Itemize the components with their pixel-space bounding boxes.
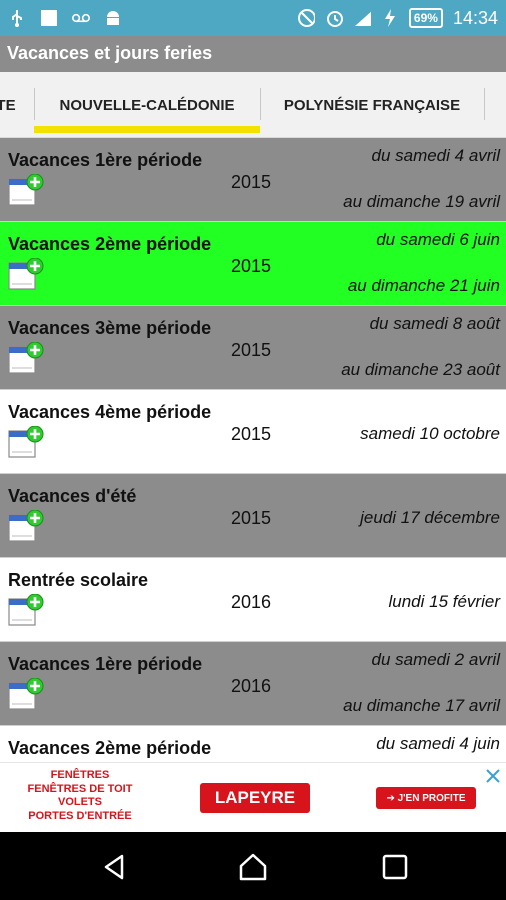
app-title: Vacances et jours feries: [0, 36, 506, 72]
period-title: Vacances d'été: [8, 486, 137, 506]
period-date: samedi 10 octobre: [360, 424, 500, 443]
ad-cta-button[interactable]: ➔ J'EN PROFITE: [376, 787, 476, 809]
ad-banner[interactable]: FENÊTRES FENÊTRES DE TOIT VOLETS PORTES …: [0, 762, 506, 832]
list-item[interactable]: Vacances 2ème période 2015 du samedi 6 jui…: [0, 222, 506, 306]
list-item[interactable]: Rentrée scolaire 2016 lundi 15 février: [0, 558, 506, 642]
period-start-date: du samedi 8 août: [369, 314, 500, 333]
status-bar: 69% 14:34: [0, 0, 506, 36]
tab-polynesie-francaise[interactable]: POLYNÉSIE FRANÇAISE: [260, 72, 484, 137]
period-title: Rentrée scolaire: [8, 570, 149, 590]
add-to-calendar-icon[interactable]: [8, 593, 44, 628]
add-to-calendar-icon[interactable]: [8, 677, 44, 712]
period-title: Vacances 2ème période: [8, 738, 212, 758]
period-year: 2015: [231, 256, 272, 276]
tab-previous[interactable]: TE: [0, 72, 16, 137]
usb-icon: [8, 9, 26, 27]
period-date: lundi 15 février: [388, 592, 500, 611]
period-end-date: au dimanche 17 avril: [343, 696, 500, 715]
recents-icon[interactable]: [380, 852, 410, 882]
add-to-calendar-icon[interactable]: [8, 425, 44, 460]
period-title: Vacances 1ère période: [8, 150, 203, 170]
period-year: 2016: [231, 592, 272, 612]
alarm-icon: [325, 9, 343, 27]
ad-line: VOLETS: [57, 796, 102, 808]
android-icon: [104, 9, 122, 27]
period-date: jeudi 17 décembre: [360, 508, 500, 527]
add-to-calendar-icon[interactable]: [8, 341, 44, 376]
list-item[interactable]: Vacances 4ème période 2015 samedi 10 octob…: [0, 390, 506, 474]
period-year: 2015: [231, 172, 272, 192]
tab-divider: [484, 88, 485, 120]
period-title: Vacances 2ème période: [8, 234, 212, 254]
list-item[interactable]: Vacances 1ère période 2016 du samedi 2 avr…: [0, 642, 506, 726]
period-start-date: du samedi 4 avril: [371, 146, 500, 165]
period-title: Vacances 4ème période: [8, 402, 212, 422]
ad-product-list: FENÊTRES FENÊTRES DE TOIT VOLETS PORTES …: [20, 769, 140, 823]
navigation-bar: [0, 832, 506, 900]
period-start-date: du samedi 2 avril: [371, 650, 500, 669]
battery-level: 69%: [408, 8, 443, 28]
list-item[interactable]: Vacances d'été 2015 jeudi 17 décembre: [0, 474, 506, 558]
period-title: Vacances 3ème période: [8, 318, 212, 338]
period-year: 2015: [231, 424, 272, 444]
tab-selected-indicator: [34, 126, 260, 133]
ad-line: FENÊTRES: [50, 769, 110, 781]
period-end-date: au dimanche 21 juin: [347, 276, 500, 295]
period-title: Vacances 1ère période: [8, 654, 203, 674]
list-item[interactable]: Vacances 2ème période2016du samedi 4 jui…: [0, 726, 506, 762]
period-start-date: du samedi 4 juin: [376, 734, 500, 753]
home-icon[interactable]: [238, 852, 268, 882]
holiday-list[interactable]: Vacances 1ère période 2015 du samedi 4 avr…: [0, 138, 506, 762]
add-to-calendar-icon[interactable]: [8, 257, 44, 292]
ad-line: PORTES D'ENTRÉE: [28, 809, 132, 822]
list-item[interactable]: Vacances 1ère période 2015 du samedi 4 avr…: [0, 138, 506, 222]
period-end-date: au dimanche 19 avril: [343, 192, 500, 211]
add-to-calendar-icon[interactable]: [8, 173, 44, 208]
ad-line: FENÊTRES DE TOIT: [27, 782, 133, 795]
blocked-icon: [297, 9, 315, 27]
square-icon: [40, 9, 58, 27]
ad-close-icon[interactable]: [484, 767, 502, 785]
period-year: 2016: [231, 676, 272, 696]
period-year: 2015: [231, 508, 272, 528]
clock: 14:34: [452, 7, 498, 28]
charging-icon: [381, 9, 399, 27]
period-start-date: du samedi 6 juin: [376, 230, 500, 249]
period-year: 2015: [231, 340, 272, 360]
period-end-date: au dimanche 23 août: [341, 360, 500, 379]
back-icon[interactable]: [100, 852, 130, 882]
add-to-calendar-icon[interactable]: [8, 509, 44, 544]
ad-brand-logo[interactable]: LAPEYRE: [200, 783, 310, 813]
signal-icon: [353, 9, 371, 27]
voicemail-icon: [72, 9, 90, 27]
list-item[interactable]: Vacances 3ème période 2015 du samedi 8 aoû…: [0, 306, 506, 390]
